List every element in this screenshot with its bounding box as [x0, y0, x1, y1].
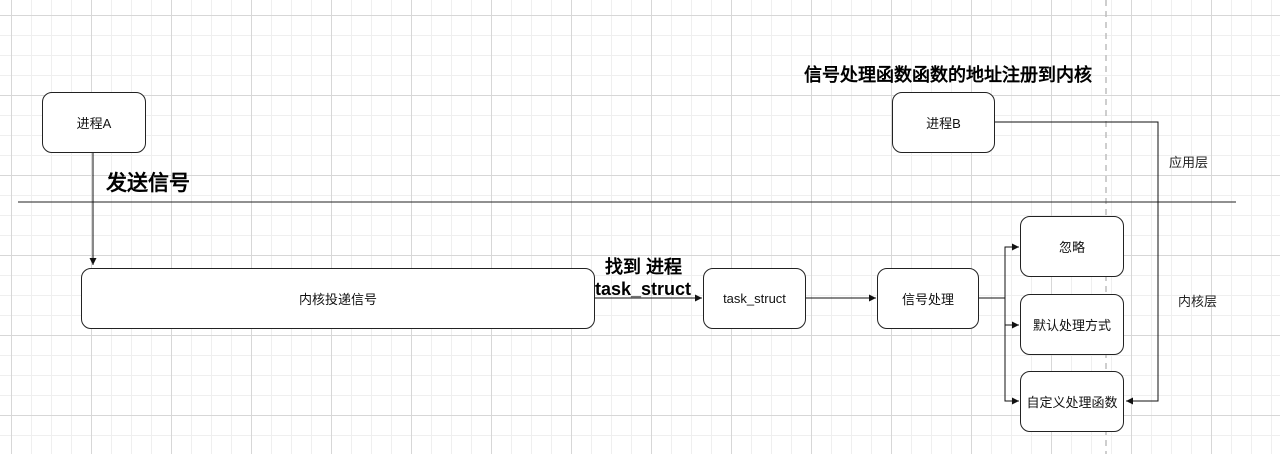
kernel-deliver-node[interactable]: 内核投递信号 — [81, 268, 595, 329]
task-struct-label: task_struct — [723, 291, 786, 306]
custom-handler-node[interactable]: 自定义处理函数 — [1020, 371, 1124, 432]
ignore-label: 忽略 — [1058, 240, 1085, 255]
task-struct-node[interactable]: task_struct — [703, 268, 806, 329]
process-a-node[interactable]: 进程A — [42, 92, 146, 153]
process-a-label: 进程A — [76, 116, 112, 131]
arrow-signal-handle-to-custom — [1004, 325, 1019, 405]
custom-handler-label: 自定义处理函数 — [1026, 395, 1118, 410]
signal-handle-label: 信号处理 — [901, 292, 954, 307]
send-signal-annotation: 发送信号 — [106, 172, 190, 195]
ignore-node[interactable]: 忽略 — [1020, 216, 1124, 277]
process-b-label: 进程B — [926, 116, 961, 131]
register-handler-annotation: 信号处理函数函数的地址注册到内核 — [804, 65, 1092, 85]
default-handle-label: 默认处理方式 — [1032, 318, 1111, 333]
signal-handle-node[interactable]: 信号处理 — [877, 268, 979, 329]
app-layer-label: 应用层 — [1169, 155, 1209, 170]
kernel-deliver-label: 内核投递信号 — [298, 292, 377, 307]
process-b-node[interactable]: 进程B — [892, 92, 995, 153]
arrow-signal-handle-to-ignore — [979, 243, 1019, 299]
find-process-annotation-line2: task_struct — [595, 279, 692, 299]
default-handle-node[interactable]: 默认处理方式 — [1020, 294, 1124, 355]
find-process-annotation-line1: 找到 进程 — [605, 257, 683, 277]
kernel-layer-label: 内核层 — [1178, 294, 1218, 309]
